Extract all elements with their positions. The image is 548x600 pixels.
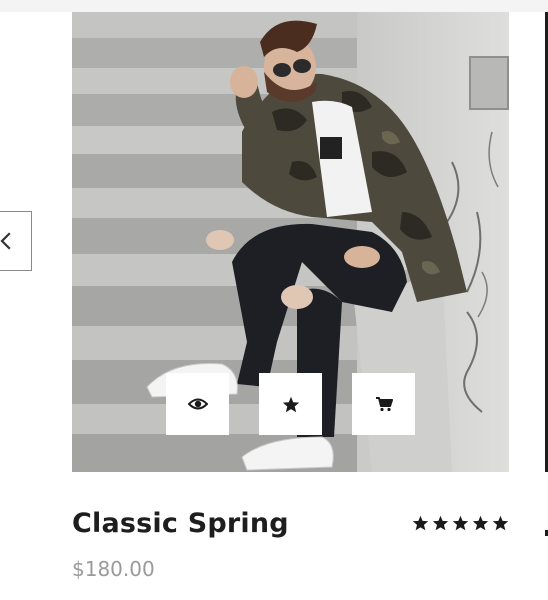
rating-star-icon <box>472 515 489 531</box>
rating-star-icon <box>492 515 509 531</box>
star-icon <box>282 396 299 412</box>
carousel-prev-button[interactable] <box>0 211 32 271</box>
quick-view-button[interactable] <box>166 373 229 435</box>
product-title[interactable]: Classic Spring <box>72 508 289 539</box>
rating-star-icon <box>452 515 469 531</box>
star-rating <box>412 515 509 531</box>
product-card-page: Classic Spring $180.00 <box>0 0 548 600</box>
add-to-cart-button[interactable] <box>352 373 415 435</box>
product-price: $180.00 <box>72 557 155 581</box>
chevron-left-icon <box>0 232 11 250</box>
top-divider <box>0 0 548 12</box>
rating-star-icon <box>412 515 429 531</box>
rating-star-icon <box>432 515 449 531</box>
cart-icon <box>375 397 393 412</box>
wishlist-button[interactable] <box>259 373 322 435</box>
eye-icon <box>187 398 208 410</box>
